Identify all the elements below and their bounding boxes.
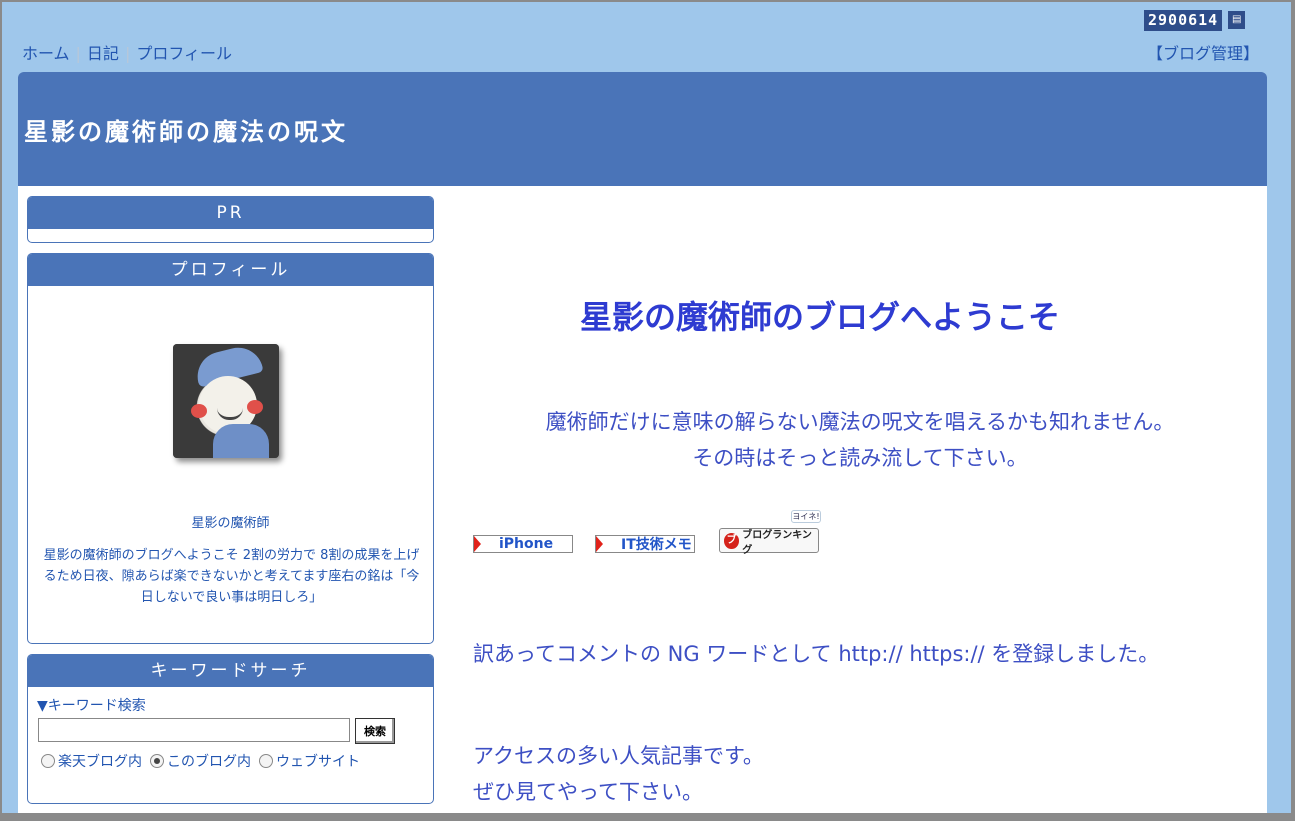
profile-box: プロフィール 星影の魔術師 星影の魔術師のブログへようこそ 2割の労力で 8割の… <box>27 253 434 644</box>
ng-word-notice: 訳あってコメントの NG ワードとして http:// https:// を登録… <box>473 642 1160 666</box>
lead-line-1: 魔術師だけに意味の解らない魔法の呪文を唱えるかも知れません。 <box>545 410 1175 434</box>
nav-separator: | <box>75 44 81 63</box>
blog-ranking-badge[interactable]: ブブログランキング <box>719 528 819 556</box>
radio-label: ウェブサイト <box>276 754 360 770</box>
red-arrow-icon <box>474 536 481 552</box>
radio-label: このブログ内 <box>167 754 251 770</box>
search-scope-radios: 楽天ブログ内 このブログ内 ウェブサイト <box>41 751 360 771</box>
radio-label: 楽天ブログ内 <box>58 754 142 770</box>
profile-avatar[interactable] <box>173 344 279 458</box>
badge-label: ブログランキング <box>742 529 812 556</box>
radio-rakuten-blog[interactable]: 楽天ブログ内 <box>41 751 142 771</box>
keyword-search-title: キーワードサーチ <box>28 655 433 687</box>
red-arrow-icon <box>596 536 603 552</box>
yoine-bubble: ヨイネ! <box>791 510 821 523</box>
keyword-search-box: キーワードサーチ ▼キーワード検索 検索 楽天ブログ内 このブログ内 ウェブサイ… <box>27 654 434 804</box>
popular-line-1: アクセスの多い人気記事です。 <box>473 744 764 768</box>
blog-header-banner: 星影の魔術師の魔法の呪文 <box>18 72 1267 186</box>
blog-title[interactable]: 星影の魔術師の魔法の呪文 <box>24 112 348 147</box>
keyword-search-label: ▼キーワード検索 <box>37 698 146 714</box>
global-nav: ホーム | 日記 | プロフィール <box>22 40 232 64</box>
keyword-search-input[interactable] <box>38 718 350 742</box>
access-counter: 2900614 ▤ <box>1144 9 1246 31</box>
access-counter-value: 2900614 <box>1144 9 1223 31</box>
pr-box: PR <box>27 196 434 243</box>
radio-circle[interactable] <box>259 754 273 768</box>
nav-diary-link[interactable]: 日記 <box>87 44 119 63</box>
welcome-heading: 星影の魔術師のブログへようこそ <box>580 298 1061 336</box>
radio-this-blog[interactable]: このブログ内 <box>150 751 251 771</box>
iphone-ranking-badge[interactable]: iPhone <box>473 535 573 553</box>
radio-website[interactable]: ウェブサイト <box>259 751 360 771</box>
profile-description: 星影の魔術師のブログへようこそ 2割の労力で 8割の成果を上げるため日夜、隙あら… <box>43 548 420 605</box>
it-memo-ranking-badge[interactable]: IT技術メモ <box>595 535 695 553</box>
nav-separator: | <box>124 44 131 63</box>
lead-line-2: その時はそっと読み流して下さい。 <box>692 446 1028 470</box>
content-area: PR プロフィール 星影の魔術師 星影の魔術師のブログへようこそ 2割の労力で … <box>18 186 1267 821</box>
ranking-logo-icon: ブ <box>724 532 740 549</box>
calendar-icon[interactable]: ▤ <box>1228 11 1246 29</box>
blog-admin-link[interactable]: 【ブログ管理】 <box>1147 40 1259 64</box>
popular-articles-intro: アクセスの多い人気記事です。 ぜひ見てやって下さい。 <box>473 738 1213 810</box>
nav-home-link[interactable]: ホーム <box>22 44 70 63</box>
welcome-lead: 魔術師だけに意味の解らない魔法の呪文を唱えるかも知れません。 その時はそっと読み… <box>475 404 1245 476</box>
popular-line-2: ぜひ見てやって下さい。 <box>473 780 703 804</box>
ranking-badges: iPhone IT技術メモ ヨイネ! ブブログランキング <box>473 510 833 560</box>
pr-box-title: PR <box>28 197 433 229</box>
profile-box-title: プロフィール <box>28 254 433 286</box>
profile-name[interactable]: 星影の魔術師 <box>28 512 433 531</box>
radio-circle[interactable] <box>41 754 55 768</box>
nav-profile-link[interactable]: プロフィール <box>136 44 232 63</box>
radio-circle[interactable] <box>150 754 164 768</box>
badge-label: iPhone <box>499 536 554 552</box>
keyword-search-button[interactable]: 検索 <box>355 718 395 744</box>
badge-label: IT技術メモ <box>621 537 692 553</box>
